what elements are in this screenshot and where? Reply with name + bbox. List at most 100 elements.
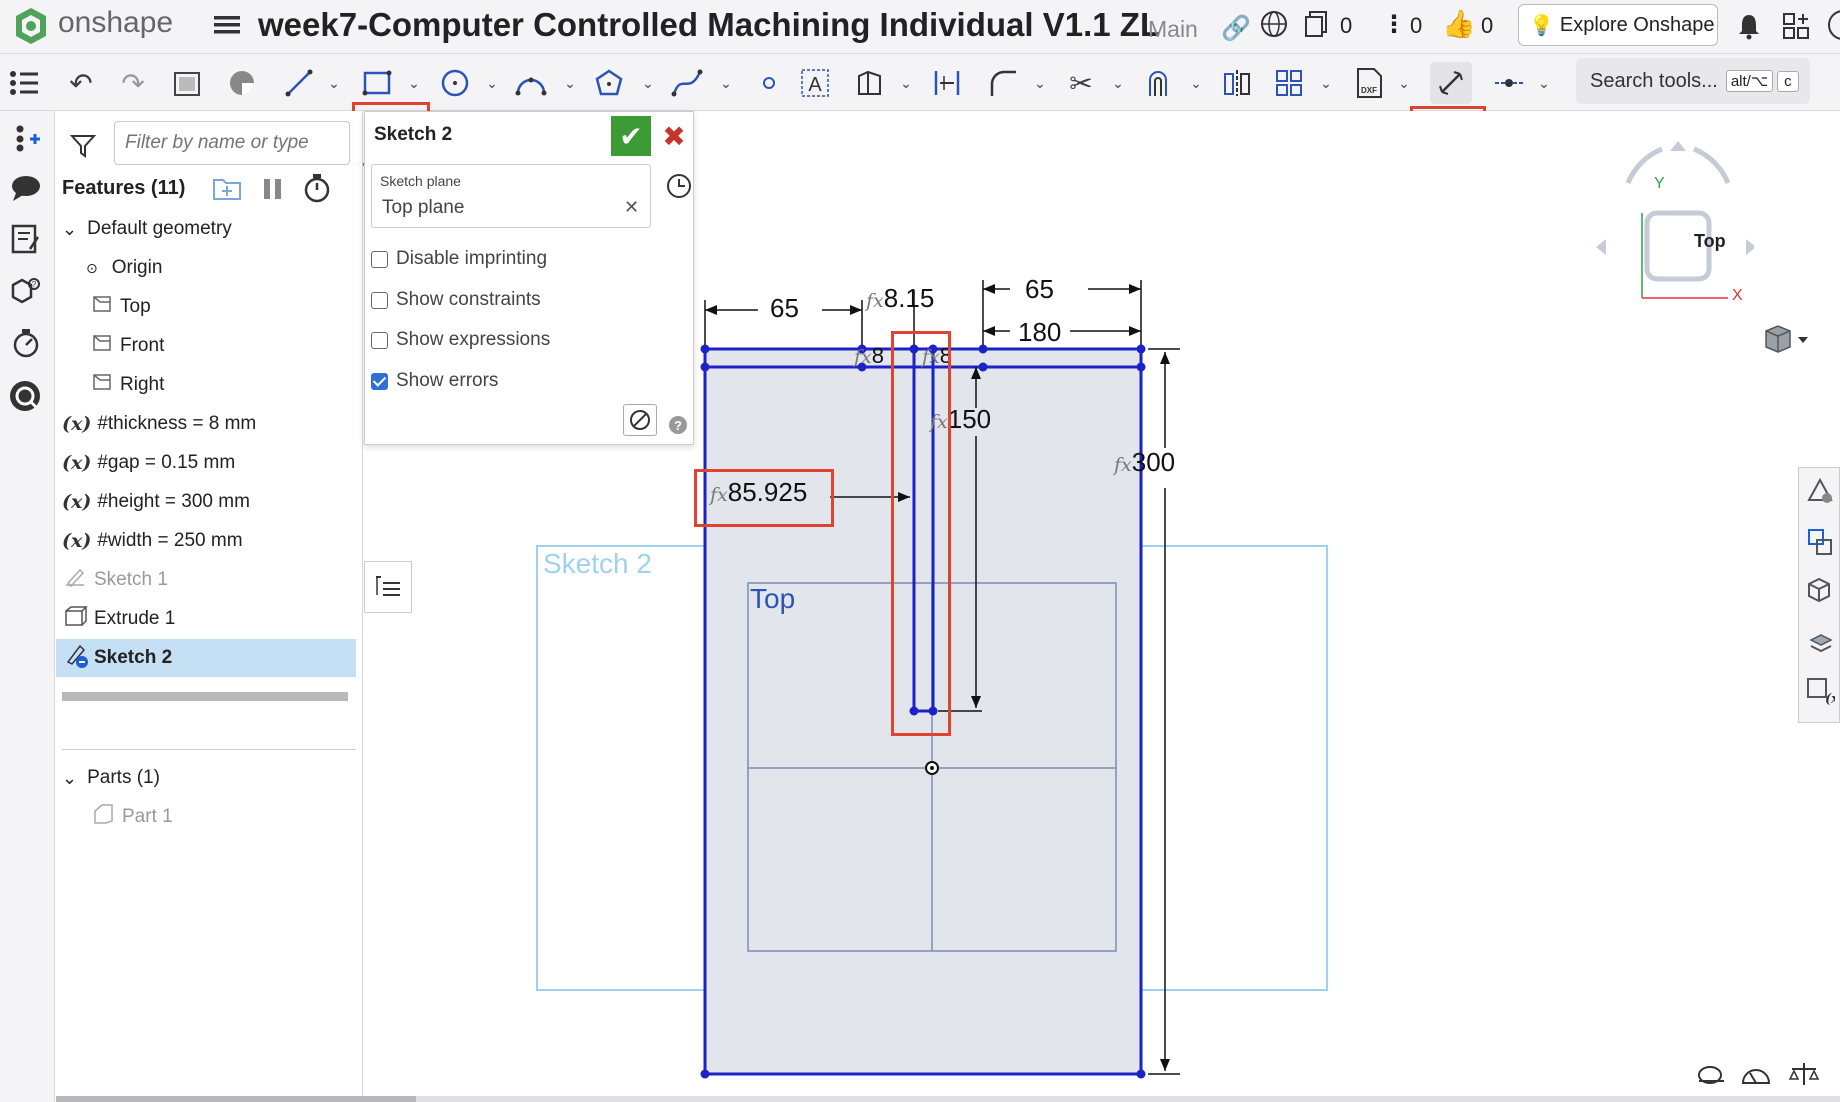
history-clock-icon[interactable] xyxy=(665,172,693,205)
variable-table-icon[interactable]: (x) xyxy=(1805,676,1840,711)
link-icon[interactable]: 🔗 xyxy=(1221,14,1251,43)
dimension-8-15[interactable]: fx8.15 xyxy=(866,283,934,314)
checkbox-show-errors[interactable] xyxy=(371,372,388,390)
notifications-bell-icon[interactable] xyxy=(1736,12,1762,45)
measure-tape-icon[interactable] xyxy=(1696,1063,1726,1092)
help-icon[interactable]: ? xyxy=(669,416,687,434)
offset-dropdown-icon[interactable]: ⌄ xyxy=(1186,66,1206,100)
mirror-tool-icon[interactable] xyxy=(1220,66,1254,100)
comments-icon[interactable] xyxy=(10,173,44,207)
feature-list-toggle[interactable] xyxy=(364,561,412,613)
variable-height-row[interactable]: (x) #height = 300 mm xyxy=(62,483,362,521)
circle-tool-icon[interactable] xyxy=(438,66,472,100)
polygon-tool-icon[interactable] xyxy=(592,66,626,100)
trim-tool-icon[interactable]: ✂ xyxy=(1064,66,1098,100)
sketch1-row[interactable]: Sketch 1 xyxy=(64,561,364,599)
versions-icon[interactable] xyxy=(1304,10,1330,43)
dimension-tool-icon[interactable] xyxy=(930,66,964,100)
circle-dropdown-icon[interactable]: ⌄ xyxy=(482,66,502,100)
dimension-65-left[interactable]: 65 xyxy=(770,293,799,324)
user-avatar[interactable] xyxy=(1828,10,1840,40)
rollback-bar[interactable] xyxy=(62,692,348,701)
extrude1-row[interactable]: Extrude 1 xyxy=(64,600,364,638)
dimension-180[interactable]: 180 xyxy=(1018,317,1061,348)
menu-icon[interactable] xyxy=(214,14,240,36)
dxf-dropdown-icon[interactable]: ⌄ xyxy=(1394,66,1414,100)
named-views-icon[interactable] xyxy=(1805,626,1835,661)
sketch2-row[interactable]: Sketch 2 xyxy=(56,639,356,677)
pattern-tool-icon[interactable] xyxy=(1272,66,1306,100)
midpoint-tool-icon[interactable] xyxy=(1492,66,1526,100)
arc-dropdown-icon[interactable]: ⌄ xyxy=(560,66,580,100)
use-dropdown-icon[interactable]: ⌄ xyxy=(896,66,916,100)
onshape-logo-icon[interactable] xyxy=(14,6,48,46)
app-connect-icon[interactable] xyxy=(8,379,44,415)
pause-icon[interactable] xyxy=(262,177,284,201)
spline-dropdown-icon[interactable]: ⌄ xyxy=(716,66,736,100)
text-tool-icon[interactable]: A xyxy=(798,66,832,100)
exploded-view-icon[interactable] xyxy=(1805,576,1835,611)
dimension-65-right[interactable]: 65 xyxy=(1025,274,1054,305)
sketch-view-icon[interactable] xyxy=(170,66,206,100)
arc-tool-icon[interactable] xyxy=(514,66,548,100)
rectangle-tool-icon[interactable] xyxy=(360,66,394,100)
appearance-icon[interactable] xyxy=(1805,476,1835,511)
document-title[interactable]: week7-Computer Controlled Machining Indi… xyxy=(258,6,1160,44)
option-show-expressions[interactable]: Show expressions xyxy=(371,329,550,351)
redo-icon[interactable]: ↷ xyxy=(116,66,150,100)
explore-onshape-button[interactable]: 💡 Explore Onshape xyxy=(1518,4,1718,46)
midpoint-dropdown-icon[interactable]: ⌄ xyxy=(1534,66,1554,100)
sketch-settings-icon[interactable] xyxy=(623,404,657,436)
checkbox-show-constraints[interactable] xyxy=(371,291,388,309)
add-folder-icon[interactable] xyxy=(212,175,242,203)
dimension-150[interactable]: fx150 xyxy=(930,404,991,435)
checkbox-show-expressions[interactable] xyxy=(371,331,388,349)
option-show-errors[interactable]: Show errors xyxy=(371,370,498,392)
pattern-dropdown-icon[interactable]: ⌄ xyxy=(1316,66,1336,100)
option-disable-imprinting[interactable]: Disable imprinting xyxy=(371,248,547,270)
mate-connector-icon[interactable] xyxy=(1805,526,1835,561)
clear-plane-icon[interactable]: ✕ xyxy=(624,197,639,218)
checkbox-disable-imprinting[interactable] xyxy=(371,250,388,268)
cancel-button[interactable]: ✖ xyxy=(655,116,693,156)
configurations-icon[interactable]: ? xyxy=(10,275,44,309)
use-tool-icon[interactable] xyxy=(852,66,886,100)
fillet-tool-icon[interactable] xyxy=(986,66,1020,100)
brand-name[interactable]: onshape xyxy=(58,6,173,40)
dxf-import-icon[interactable]: DXF xyxy=(1352,66,1386,100)
feature-list-icon[interactable] xyxy=(6,66,42,100)
chevron-down-icon[interactable]: ⌄ xyxy=(62,768,77,789)
line-tool-icon[interactable] xyxy=(282,66,316,100)
fillet-dropdown-icon[interactable]: ⌄ xyxy=(1030,66,1050,100)
undo-icon[interactable]: ↶ xyxy=(64,66,98,100)
default-geometry-row[interactable]: ⌄ Default geometry xyxy=(56,210,356,248)
sketch-plane-field[interactable]: Sketch plane Top plane ✕ xyxy=(371,164,651,228)
view-cube-top-face[interactable]: Top xyxy=(1694,231,1726,252)
performance-timer-icon[interactable] xyxy=(10,327,44,361)
spline-tool-icon[interactable] xyxy=(670,66,704,100)
filter-icon[interactable] xyxy=(69,133,97,159)
option-show-constraints[interactable]: Show constraints xyxy=(371,289,541,311)
plane-top-row[interactable]: Top xyxy=(92,288,392,326)
rectangle-dropdown-icon[interactable]: ⌄ xyxy=(404,66,424,100)
scrollbar-thumb[interactable] xyxy=(56,1096,416,1102)
thumbs-up-icon[interactable]: 👍 xyxy=(1442,8,1476,40)
plane-front-row[interactable]: Front xyxy=(92,327,392,365)
dimension-85-925[interactable]: fx85.925 xyxy=(710,477,807,508)
rollback-timer-icon[interactable] xyxy=(302,173,332,203)
polygon-dropdown-icon[interactable]: ⌄ xyxy=(638,66,658,100)
variable-width-row[interactable]: (x) #width = 250 mm xyxy=(62,522,362,560)
construction-tool-icon[interactable] xyxy=(1430,62,1472,104)
dimension-300[interactable]: fx300 xyxy=(1114,447,1175,478)
graphics-viewport[interactable]: 65 fx8.15 65 180 fx8 fx8 fx150 fx300 fx8… xyxy=(364,111,1840,1102)
part1-row[interactable]: Part 1 xyxy=(92,798,392,836)
mass-properties-icon[interactable] xyxy=(1788,1061,1820,1092)
notes-icon[interactable] xyxy=(10,223,44,257)
globe-icon[interactable] xyxy=(1260,10,1288,43)
branch-label[interactable]: Main xyxy=(1148,16,1198,43)
variable-gap-row[interactable]: (x) #gap = 0.15 mm xyxy=(62,444,362,482)
origin-row[interactable]: ⊙ Origin xyxy=(86,249,386,287)
line-dropdown-icon[interactable]: ⌄ xyxy=(324,66,344,100)
parts-row[interactable]: ⌄ Parts (1) xyxy=(56,759,356,797)
confirm-button[interactable]: ✔ xyxy=(611,116,651,156)
